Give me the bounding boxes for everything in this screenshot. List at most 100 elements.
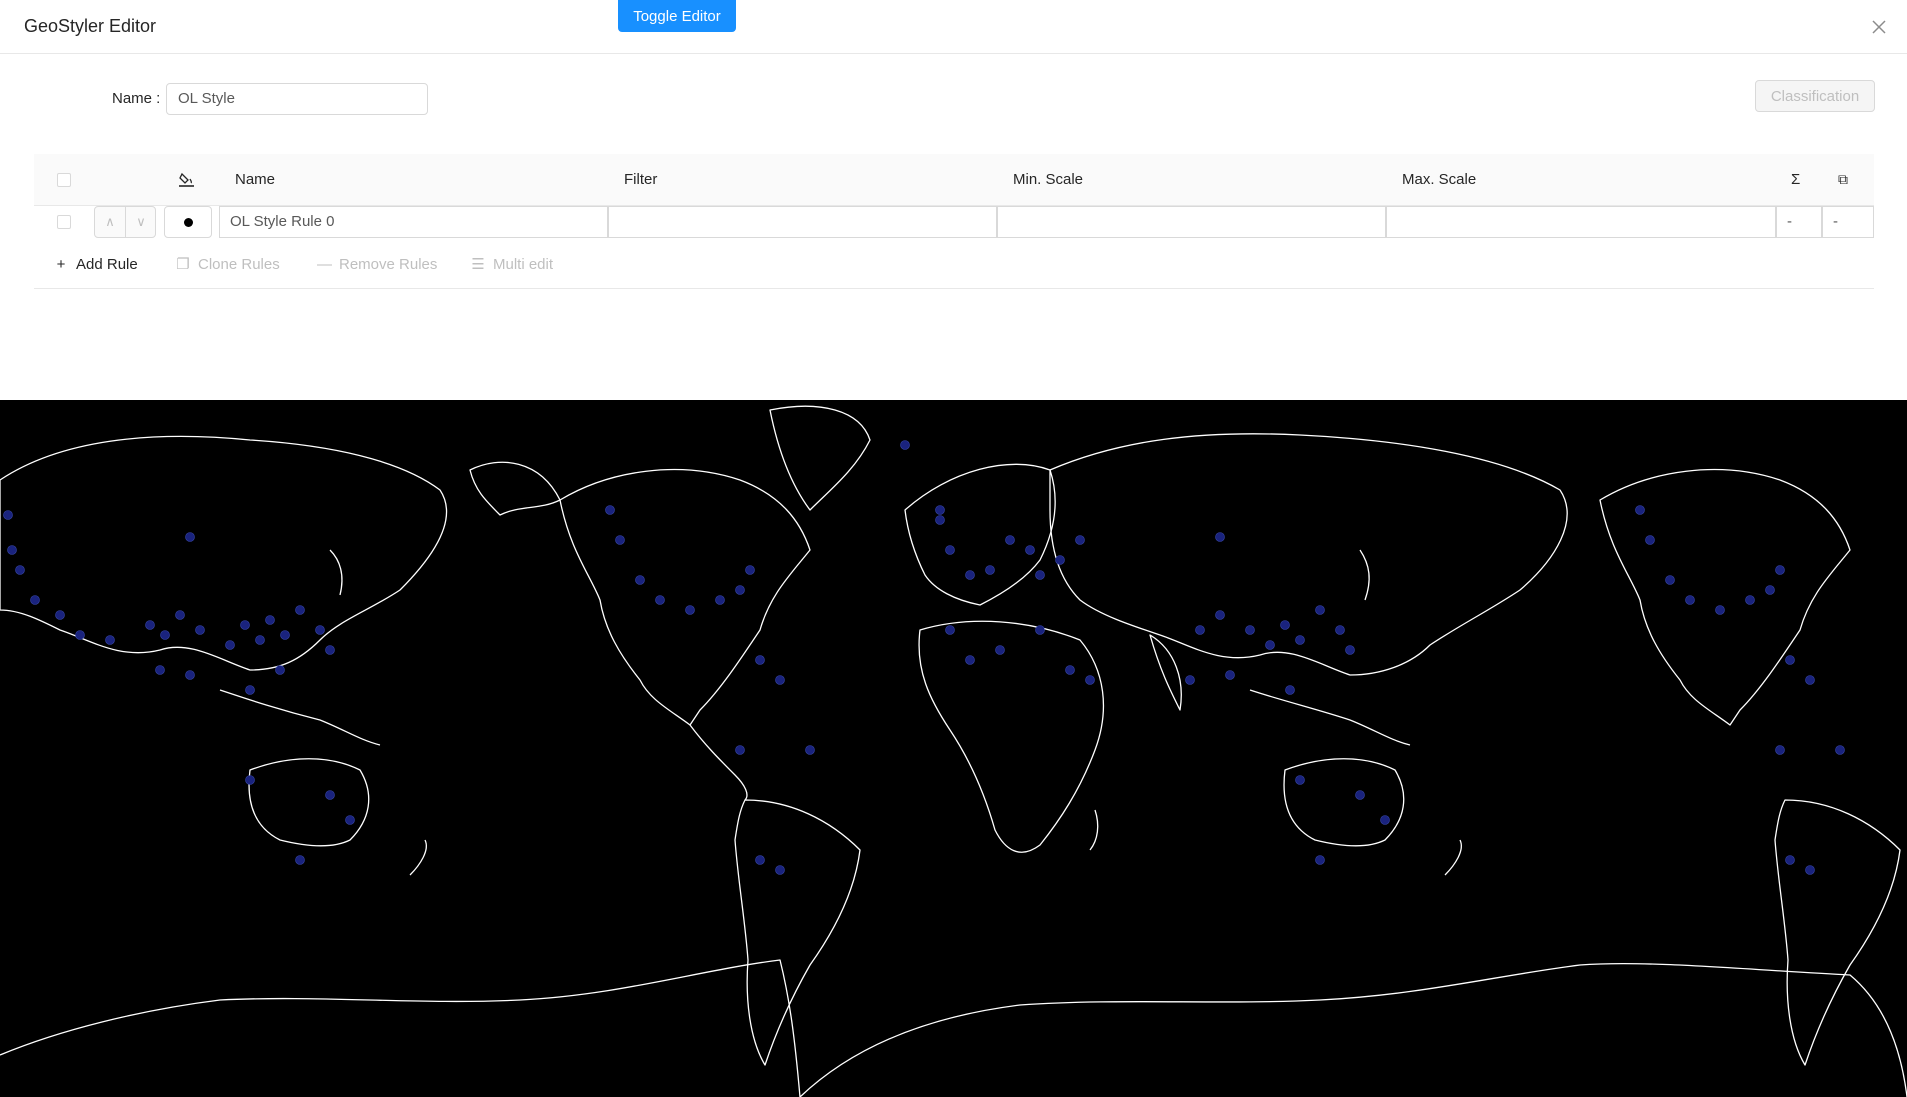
- city-point-marker[interactable]: [1765, 585, 1775, 595]
- toggle-editor-button[interactable]: Toggle Editor: [618, 0, 736, 32]
- city-point-marker[interactable]: [1315, 605, 1325, 615]
- city-point-marker[interactable]: [1225, 670, 1235, 680]
- city-point-marker[interactable]: [935, 515, 945, 525]
- city-point-marker[interactable]: [775, 865, 785, 875]
- symbolizer-preview-button[interactable]: [164, 206, 212, 238]
- city-point-marker[interactable]: [295, 855, 305, 865]
- city-point-marker[interactable]: [195, 625, 205, 635]
- column-header-name[interactable]: Name: [235, 171, 275, 188]
- city-point-marker[interactable]: [1355, 790, 1365, 800]
- move-down-icon[interactable]: ∨: [126, 207, 156, 237]
- city-point-marker[interactable]: [1280, 620, 1290, 630]
- city-point-marker[interactable]: [1085, 675, 1095, 685]
- city-point-marker[interactable]: [1265, 640, 1275, 650]
- rule-min-scale-input[interactable]: [997, 206, 1386, 238]
- rule-filter-field[interactable]: [608, 206, 997, 238]
- city-point-marker[interactable]: [175, 610, 185, 620]
- city-point-marker[interactable]: [995, 645, 1005, 655]
- city-point-marker[interactable]: [15, 565, 25, 575]
- city-point-marker[interactable]: [1025, 545, 1035, 555]
- city-point-marker[interactable]: [755, 855, 765, 865]
- city-point-marker[interactable]: [1380, 815, 1390, 825]
- city-point-marker[interactable]: [240, 620, 250, 630]
- city-point-marker[interactable]: [965, 570, 975, 580]
- city-point-marker[interactable]: [1065, 665, 1075, 675]
- city-point-marker[interactable]: [1035, 625, 1045, 635]
- city-point-marker[interactable]: [945, 625, 955, 635]
- city-point-marker[interactable]: [935, 505, 945, 515]
- city-point-marker[interactable]: [1835, 745, 1845, 755]
- city-point-marker[interactable]: [75, 630, 85, 640]
- add-rule-button[interactable]: + Add Rule: [54, 254, 138, 276]
- column-header-filter[interactable]: Filter: [624, 171, 657, 188]
- city-point-marker[interactable]: [1345, 645, 1355, 655]
- column-header-min-scale[interactable]: Min. Scale: [1013, 171, 1083, 188]
- city-point-marker[interactable]: [7, 545, 17, 555]
- city-point-marker[interactable]: [160, 630, 170, 640]
- style-name-input[interactable]: OL Style: [166, 83, 428, 115]
- city-point-marker[interactable]: [615, 535, 625, 545]
- city-point-marker[interactable]: [805, 745, 815, 755]
- city-point-marker[interactable]: [1055, 555, 1065, 565]
- city-point-marker[interactable]: [1785, 855, 1795, 865]
- city-point-marker[interactable]: [325, 645, 335, 655]
- city-point-marker[interactable]: [605, 505, 615, 515]
- city-point-marker[interactable]: [1245, 625, 1255, 635]
- city-point-marker[interactable]: [185, 670, 195, 680]
- city-point-marker[interactable]: [945, 545, 955, 555]
- city-point-marker[interactable]: [280, 630, 290, 640]
- city-point-marker[interactable]: [225, 640, 235, 650]
- city-point-marker[interactable]: [755, 655, 765, 665]
- move-up-icon[interactable]: ∧: [95, 207, 126, 237]
- column-header-max-scale[interactable]: Max. Scale: [1402, 171, 1476, 188]
- city-point-marker[interactable]: [255, 635, 265, 645]
- clone-rules-button[interactable]: ❐ Clone Rules: [176, 254, 279, 276]
- city-point-marker[interactable]: [105, 635, 115, 645]
- city-point-marker[interactable]: [1215, 610, 1225, 620]
- city-point-marker[interactable]: [315, 625, 325, 635]
- city-point-marker[interactable]: [985, 565, 995, 575]
- city-point-marker[interactable]: [1775, 745, 1785, 755]
- city-point-marker[interactable]: [1285, 685, 1295, 695]
- city-point-marker[interactable]: [1745, 595, 1755, 605]
- city-point-marker[interactable]: [1785, 655, 1795, 665]
- city-point-marker[interactable]: [325, 790, 335, 800]
- city-point-marker[interactable]: [295, 605, 305, 615]
- city-point-marker[interactable]: [735, 585, 745, 595]
- city-point-marker[interactable]: [1665, 575, 1675, 585]
- city-point-marker[interactable]: [735, 745, 745, 755]
- city-point-marker[interactable]: [1035, 570, 1045, 580]
- city-point-marker[interactable]: [1005, 535, 1015, 545]
- city-point-marker[interactable]: [185, 532, 195, 542]
- rule-max-scale-input[interactable]: [1386, 206, 1776, 238]
- remove-rules-button[interactable]: — Remove Rules: [317, 254, 437, 276]
- city-point-marker[interactable]: [275, 665, 285, 675]
- city-point-marker[interactable]: [1315, 855, 1325, 865]
- city-point-marker[interactable]: [30, 595, 40, 605]
- city-point-marker[interactable]: [1645, 535, 1655, 545]
- city-point-marker[interactable]: [155, 665, 165, 675]
- city-point-marker[interactable]: [1185, 675, 1195, 685]
- row-select-checkbox[interactable]: [57, 215, 71, 229]
- map-canvas[interactable]: [0, 400, 1907, 1097]
- city-point-marker[interactable]: [145, 620, 155, 630]
- city-point-marker[interactable]: [1075, 535, 1085, 545]
- city-point-marker[interactable]: [965, 655, 975, 665]
- city-point-marker[interactable]: [775, 675, 785, 685]
- city-point-marker[interactable]: [1685, 595, 1695, 605]
- city-point-marker[interactable]: [1215, 532, 1225, 542]
- city-point-marker[interactable]: [1805, 865, 1815, 875]
- city-point-marker[interactable]: [1295, 635, 1305, 645]
- city-point-marker[interactable]: [655, 595, 665, 605]
- city-point-marker[interactable]: [345, 815, 355, 825]
- world-map[interactable]: [0, 400, 1907, 1097]
- city-point-marker[interactable]: [55, 610, 65, 620]
- city-point-marker[interactable]: [715, 595, 725, 605]
- city-point-marker[interactable]: [1715, 605, 1725, 615]
- city-point-marker[interactable]: [745, 565, 755, 575]
- classification-button[interactable]: Classification: [1755, 80, 1875, 112]
- city-point-marker[interactable]: [635, 575, 645, 585]
- multi-edit-button[interactable]: ☰ Multi edit: [471, 254, 553, 276]
- city-point-marker[interactable]: [1805, 675, 1815, 685]
- rule-name-input[interactable]: OL Style Rule 0: [219, 206, 608, 238]
